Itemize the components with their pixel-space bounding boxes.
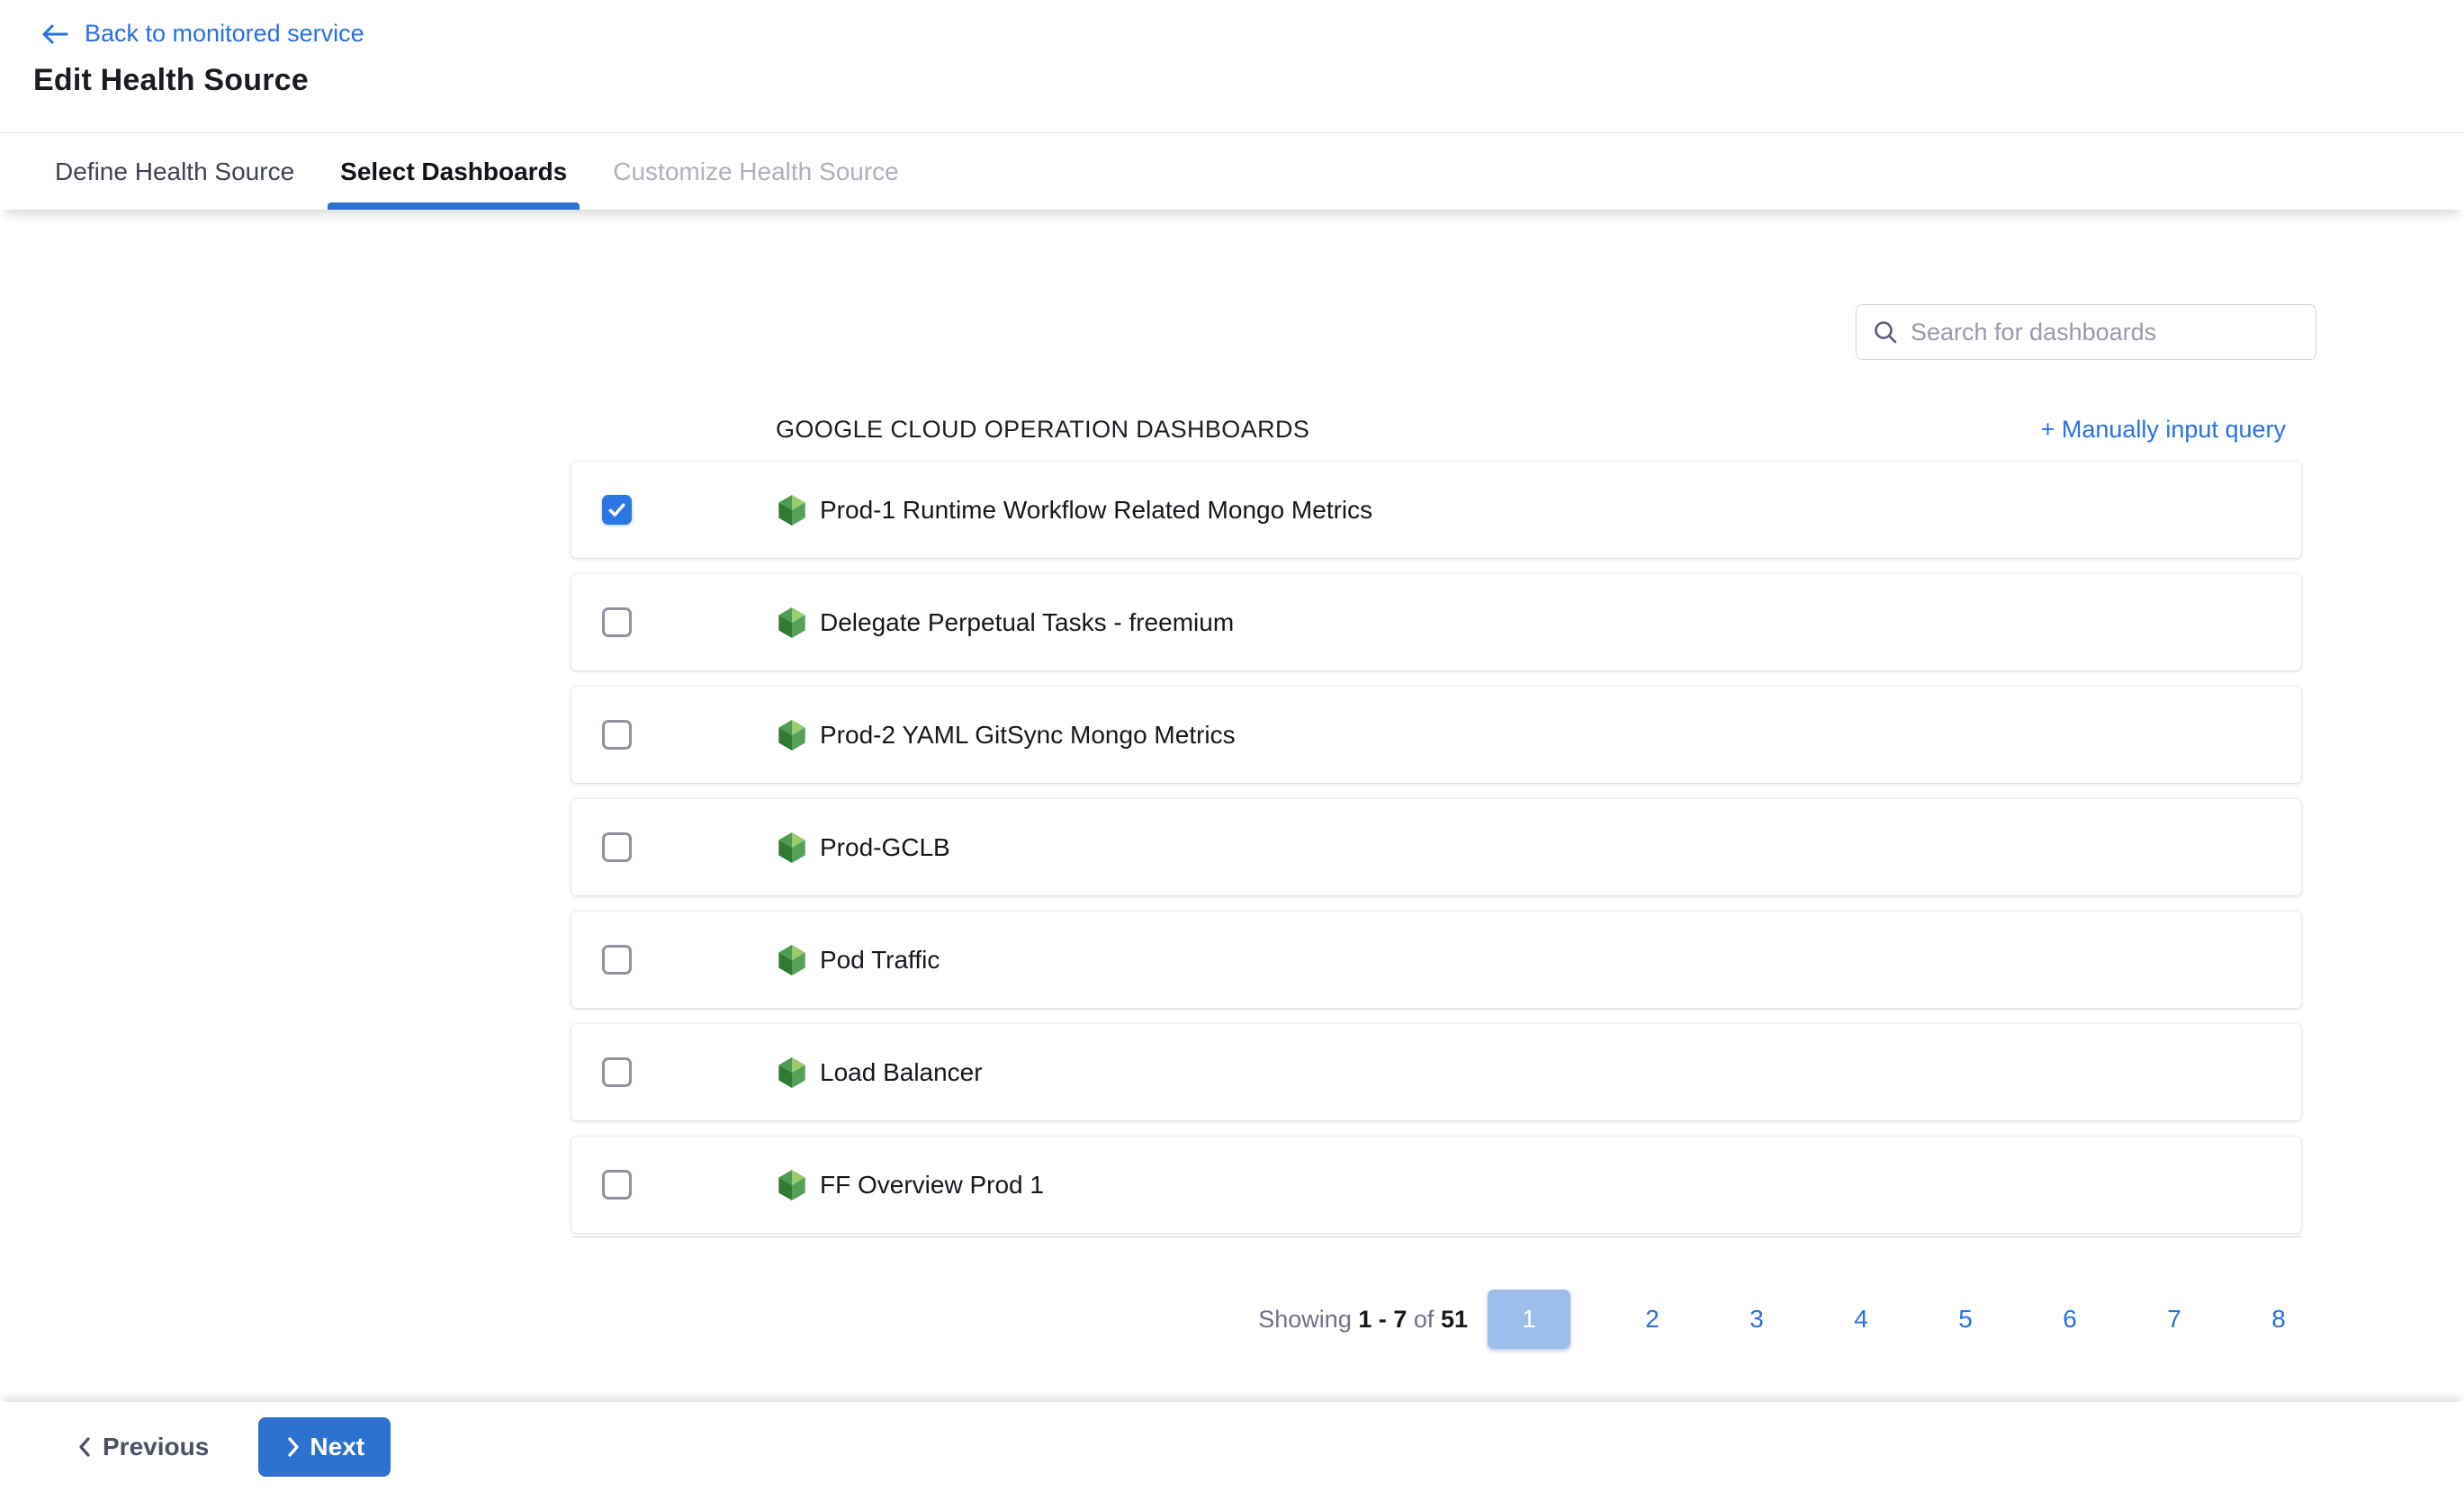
dashboard-row[interactable]: Prod-1 Runtime Workflow Related Mongo Me… (571, 462, 2301, 558)
dashboard-row[interactable]: Delegate Perpetual Tasks - freemium (571, 574, 2301, 670)
section-title: GOOGLE CLOUD OPERATION DASHBOARDS (776, 416, 1309, 444)
page-button[interactable]: 4 (1839, 1290, 1884, 1349)
tab-customize-health-source[interactable]: Customize Health Source (600, 133, 911, 210)
dashboard-hexagon-icon (776, 719, 808, 751)
dashboard-label-cell: Prod-GCLB (776, 831, 950, 864)
dashboard-list: Prod-1 Runtime Workflow Related Mongo Me… (571, 462, 2301, 1237)
wizard-tabbar: Define Health Source Select Dashboards C… (0, 132, 2464, 210)
page-title: Edit Health Source (33, 63, 309, 98)
page-button[interactable]: 8 (2256, 1290, 2301, 1349)
pagination: Showing 1 - 7 of 51 1 23 456 78 (571, 1290, 2301, 1349)
dashboard-hexagon-icon (776, 944, 808, 976)
check-icon (606, 499, 628, 521)
dashboard-checkbox[interactable] (602, 495, 632, 525)
back-link[interactable]: Back to monitored service (40, 20, 364, 48)
dashboard-label: Delegate Perpetual Tasks - freemium (820, 608, 1234, 637)
checkbox-cell (571, 607, 632, 637)
next-button-label: Next (310, 1433, 364, 1461)
tab-select-dashboards[interactable]: Select Dashboards (328, 133, 580, 210)
chevron-left-icon (76, 1435, 94, 1459)
dashboard-label-cell: FF Overview Prod 1 (776, 1169, 1044, 1201)
previous-button-label: Previous (103, 1433, 209, 1461)
dashboard-checkbox[interactable] (602, 607, 632, 637)
dashboard-row[interactable]: Prod-2 YAML GitSync Mongo Metrics (571, 687, 2301, 783)
dashboard-label-cell: Load Balancer (776, 1056, 983, 1089)
checkbox-cell (571, 1170, 632, 1200)
back-link-label[interactable]: Back to monitored service (85, 20, 364, 48)
page-button[interactable]: 3 (1734, 1290, 1779, 1349)
dashboard-label: Prod-2 YAML GitSync Mongo Metrics (820, 721, 1236, 750)
dashboard-label: Load Balancer (820, 1058, 983, 1087)
dashboard-checkbox[interactable] (602, 1057, 632, 1087)
showing-range: 1 - 7 (1358, 1306, 1407, 1333)
search-icon (1873, 319, 1898, 345)
manually-input-query-link[interactable]: + Manually input query (2041, 416, 2286, 444)
checkbox-cell (571, 832, 632, 862)
showing-of: of (1414, 1306, 1434, 1333)
next-button[interactable]: Next (258, 1417, 391, 1477)
checkbox-cell (571, 1057, 632, 1087)
dashboard-checkbox[interactable] (602, 720, 632, 750)
dashboard-hexagon-icon (776, 1056, 808, 1089)
page-button[interactable]: 6 (2047, 1290, 2092, 1349)
dashboard-hexagon-icon (776, 831, 808, 864)
arrow-left-icon (40, 22, 70, 47)
dashboard-checkbox[interactable] (602, 832, 632, 862)
dashboard-label: Prod-1 Runtime Workflow Related Mongo Me… (820, 496, 1372, 525)
dashboard-hexagon-icon (776, 494, 808, 526)
checkbox-cell (571, 495, 632, 525)
dashboard-row[interactable]: Pod Traffic (571, 912, 2301, 1008)
tab-define-health-source[interactable]: Define Health Source (42, 133, 307, 210)
chevron-right-icon (284, 1435, 302, 1459)
dashboard-label-cell: Delegate Perpetual Tasks - freemium (776, 607, 1234, 639)
list-bottom-divider (571, 1236, 2301, 1237)
dashboard-label-cell: Pod Traffic (776, 944, 940, 976)
page-button-active[interactable]: 1 (1488, 1290, 1570, 1349)
page-button[interactable]: 2 (1630, 1290, 1675, 1349)
checkbox-cell (571, 720, 632, 750)
dashboard-label-cell: Prod-2 YAML GitSync Mongo Metrics (776, 719, 1236, 751)
dashboard-row[interactable]: FF Overview Prod 1 (571, 1137, 2301, 1233)
dashboard-label-cell: Prod-1 Runtime Workflow Related Mongo Me… (776, 494, 1372, 526)
dashboard-label: Pod Traffic (820, 946, 940, 975)
dashboard-checkbox[interactable] (602, 945, 632, 975)
dashboard-row[interactable]: Load Balancer (571, 1024, 2301, 1120)
dashboard-search[interactable] (1856, 304, 2316, 360)
page-button[interactable]: 5 (1943, 1290, 1988, 1349)
page-header: Back to monitored service Edit Health So… (0, 0, 2464, 132)
pagination-summary: Showing 1 - 7 of 51 (1258, 1306, 1468, 1334)
dashboard-label: FF Overview Prod 1 (820, 1171, 1044, 1200)
showing-prefix: Showing (1258, 1306, 1352, 1333)
dashboard-hexagon-icon (776, 1169, 808, 1201)
page-button[interactable]: 7 (2152, 1290, 2197, 1349)
previous-button[interactable]: Previous (76, 1433, 209, 1461)
dashboard-row[interactable]: Prod-GCLB (571, 799, 2301, 895)
checkbox-cell (571, 945, 632, 975)
footer-bar: Previous Next (0, 1402, 2464, 1492)
dashboard-checkbox[interactable] (602, 1170, 632, 1200)
dashboard-hexagon-icon (776, 607, 808, 639)
dashboard-label: Prod-GCLB (820, 833, 950, 862)
pagination-pages: 1 23 456 78 (1488, 1290, 2301, 1349)
showing-total: 51 (1441, 1306, 1468, 1333)
section-header: GOOGLE CLOUD OPERATION DASHBOARDS + Manu… (776, 409, 2286, 449)
search-input[interactable] (1911, 305, 2316, 359)
